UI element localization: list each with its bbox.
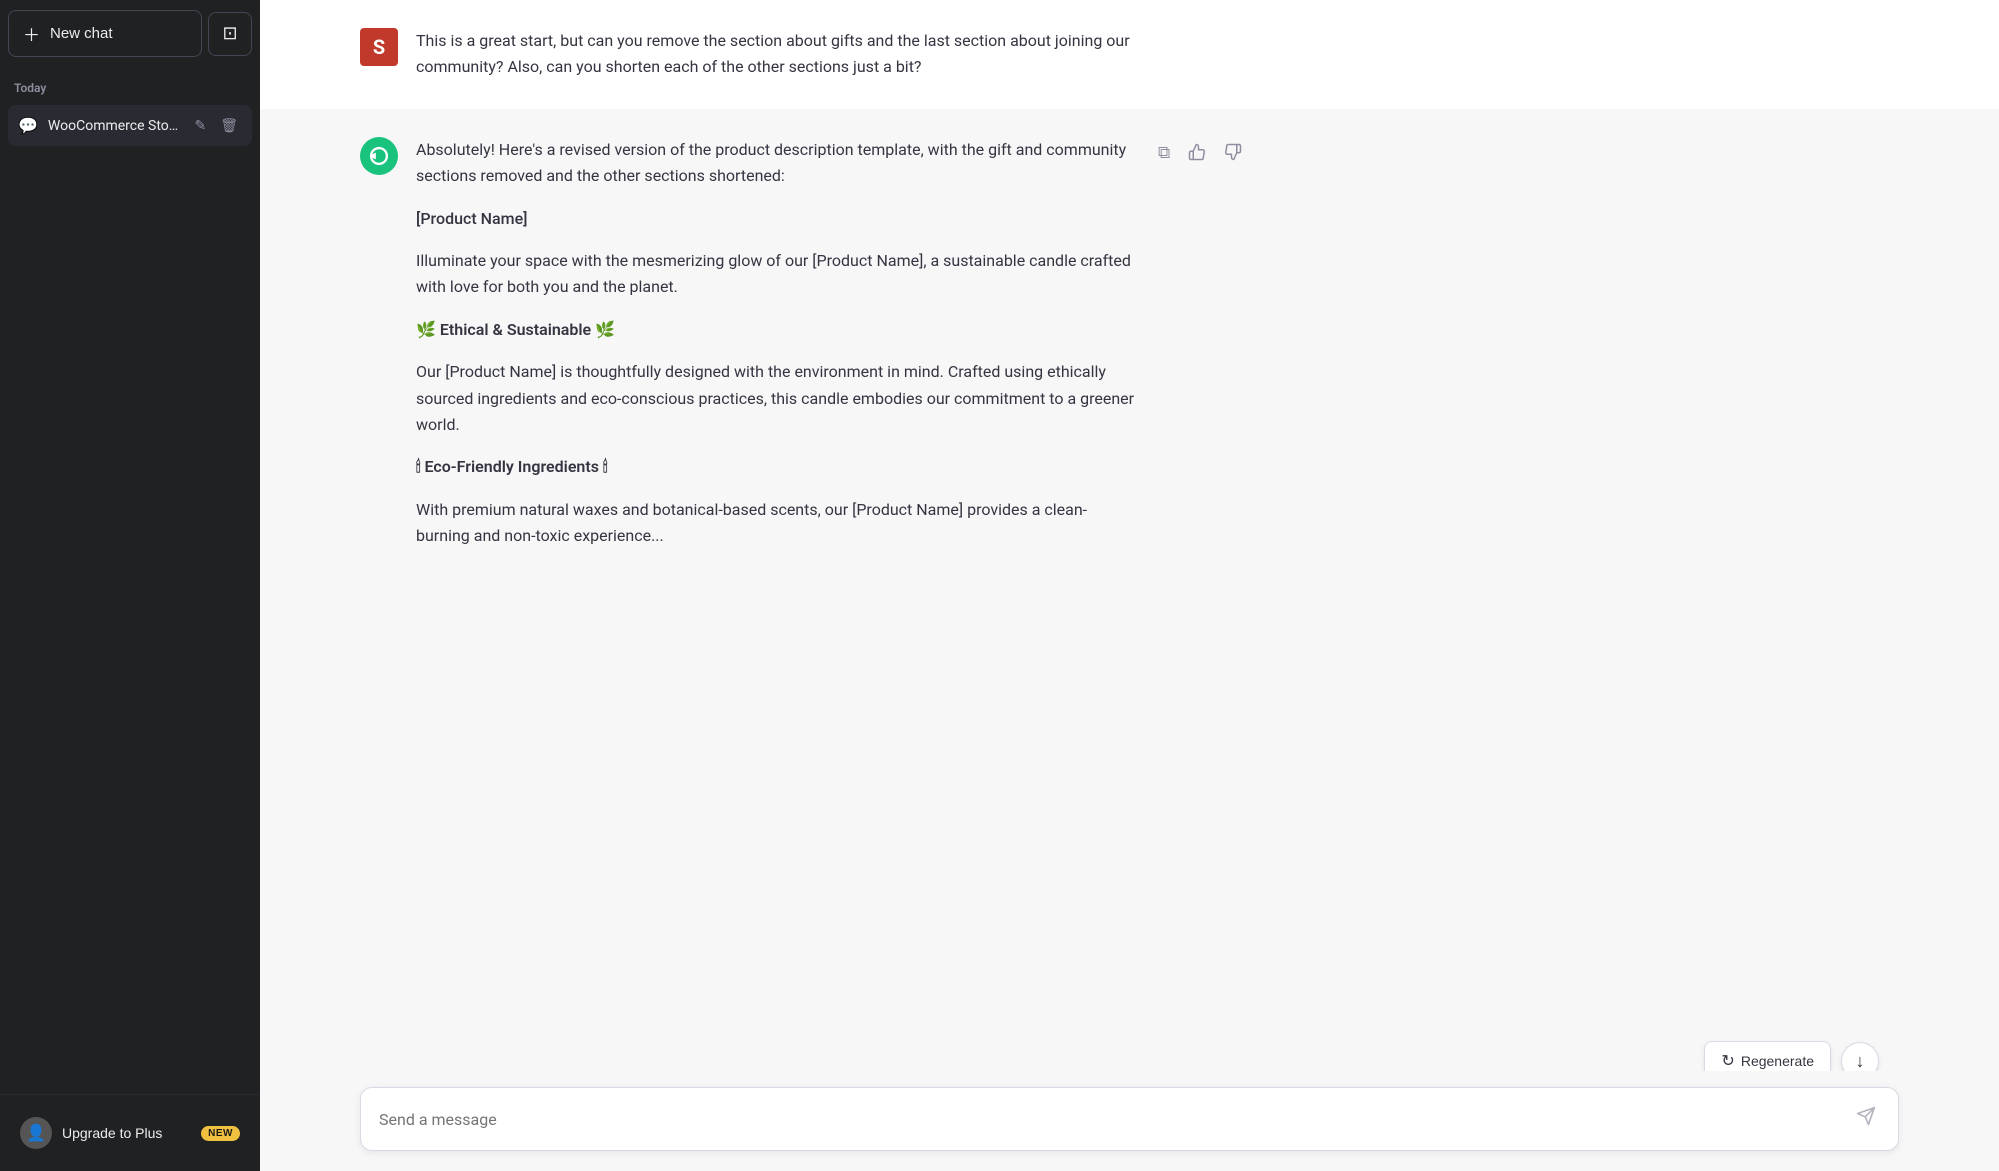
body-intro: Illuminate your space with the mesmerizi…: [416, 248, 1136, 301]
sidebar-header: ＋ New chat ⊡: [0, 0, 260, 67]
new-chat-button[interactable]: ＋ New chat: [8, 10, 202, 57]
edit-chat-button[interactable]: ✎: [190, 115, 210, 136]
message-input[interactable]: [379, 1110, 1852, 1129]
plus-icon: ＋: [23, 21, 40, 46]
upgrade-button[interactable]: 👤 Upgrade to Plus NEW: [8, 1107, 252, 1159]
assistant-message-actions: ⧉: [1154, 139, 1246, 170]
chat-item-actions: ✎ 🗑: [190, 115, 242, 136]
delete-chat-button[interactable]: 🗑: [216, 115, 242, 136]
input-wrapper: [360, 1087, 1899, 1151]
copy-icon: ⧉: [1158, 143, 1170, 163]
assistant-message-row: Absolutely! Here's a revised version of …: [260, 109, 1999, 578]
user-avatar: S: [360, 28, 398, 66]
main-panel: S This is a great start, but can you rem…: [260, 0, 1999, 1171]
chat-item[interactable]: 💬 WooCommerce Store ✎ 🗑: [8, 105, 252, 146]
input-area: [260, 1071, 1999, 1171]
toggle-icon: ⊡: [222, 23, 237, 44]
thumbup-icon: [1188, 143, 1206, 166]
regenerate-label: Regenerate: [1741, 1053, 1814, 1069]
chat-messages: S This is a great start, but can you rem…: [260, 0, 1999, 1071]
sidebar: ＋ New chat ⊡ Today 💬 WooCommerce Store ✎…: [0, 0, 260, 1171]
new-badge: NEW: [201, 1126, 240, 1141]
section2-header: 🕯 Eco-Friendly Ingredients 🕯: [416, 454, 1136, 480]
assistant-avatar: [360, 137, 398, 175]
upgrade-label: Upgrade to Plus: [62, 1125, 162, 1141]
new-chat-label: New chat: [50, 25, 113, 42]
send-icon: [1856, 1106, 1876, 1132]
sidebar-footer: 👤 Upgrade to Plus NEW: [0, 1094, 260, 1171]
product-name: [Product Name]: [416, 206, 1136, 232]
user-icon-shape: 👤: [26, 1123, 46, 1143]
send-button[interactable]: [1852, 1102, 1880, 1136]
thumbs-up-button[interactable]: [1184, 139, 1210, 170]
section2-body: With premium natural waxes and botanical…: [416, 497, 1136, 550]
sidebar-toggle-button[interactable]: ⊡: [208, 12, 252, 56]
assistant-message-content: Absolutely! Here's a revised version of …: [416, 137, 1136, 550]
scroll-down-icon: ↓: [1856, 1051, 1865, 1072]
today-section-label: Today: [0, 67, 260, 101]
user-message-content: This is a great start, but can you remov…: [416, 28, 1136, 81]
user-message-row: S This is a great start, but can you rem…: [260, 0, 1999, 109]
copy-button[interactable]: ⧉: [1154, 139, 1174, 167]
section1-body: Our [Product Name] is thoughtfully desig…: [416, 359, 1136, 438]
chat-icon: 💬: [18, 116, 38, 135]
user-avatar-icon: 👤: [20, 1117, 52, 1149]
chat-list: 💬 WooCommerce Store ✎ 🗑: [0, 101, 260, 1094]
section1-header: 🌿 Ethical & Sustainable 🌿: [416, 317, 1136, 343]
regenerate-icon: ↻: [1721, 1051, 1734, 1071]
thumbdown-icon: [1224, 143, 1242, 166]
openai-icon: [367, 144, 391, 168]
thumbs-down-button[interactable]: [1220, 139, 1246, 170]
chat-item-label: WooCommerce Store: [48, 118, 181, 134]
user-message-text: This is a great start, but can you remov…: [416, 28, 1136, 81]
assistant-intro: Absolutely! Here's a revised version of …: [416, 137, 1136, 190]
